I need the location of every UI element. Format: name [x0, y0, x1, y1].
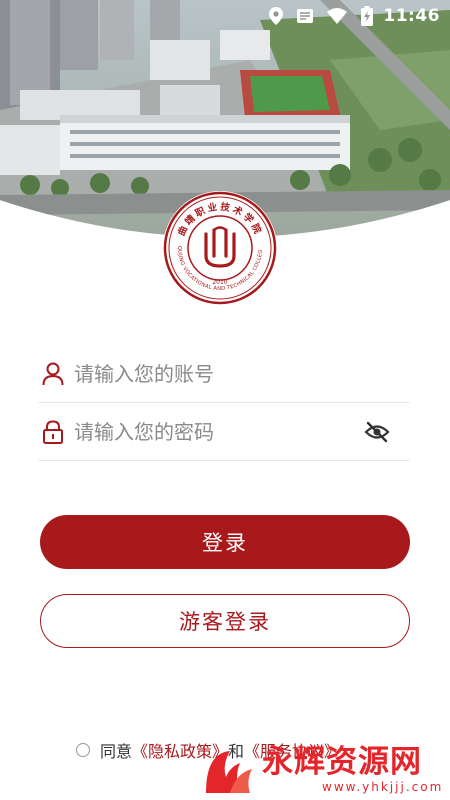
- password-field: [38, 404, 410, 461]
- agree-prefix: 同意: [100, 742, 133, 761]
- status-bar: 11:46: [0, 0, 450, 32]
- logo-year: 2010: [212, 279, 227, 286]
- guest-login-button[interactable]: 游客登录: [40, 594, 410, 648]
- location-icon: [269, 7, 284, 25]
- account-field: [38, 346, 410, 403]
- user-icon: [40, 361, 66, 387]
- lock-icon: [40, 419, 66, 445]
- wifi-icon: [327, 8, 348, 24]
- watermark: 永辉资源网 www.yhkjjj.com: [200, 740, 443, 800]
- watermark-url: www.yhkjjj.com: [322, 780, 444, 794]
- password-input[interactable]: [74, 420, 362, 444]
- watermark-logo-icon: [206, 751, 252, 793]
- agree-radio[interactable]: [76, 743, 90, 757]
- notification-icon: [297, 9, 314, 23]
- login-button[interactable]: 登录: [40, 515, 410, 569]
- college-logo: 曲靖职业技术学院 QUJING VOCATIONAL AND TECHNICAL…: [160, 186, 278, 306]
- eye-off-icon[interactable]: [362, 417, 392, 447]
- account-input[interactable]: [74, 362, 410, 386]
- battery-icon: [361, 6, 374, 26]
- watermark-text: 永辉资源网: [262, 744, 422, 780]
- status-time: 11:46: [383, 6, 440, 26]
